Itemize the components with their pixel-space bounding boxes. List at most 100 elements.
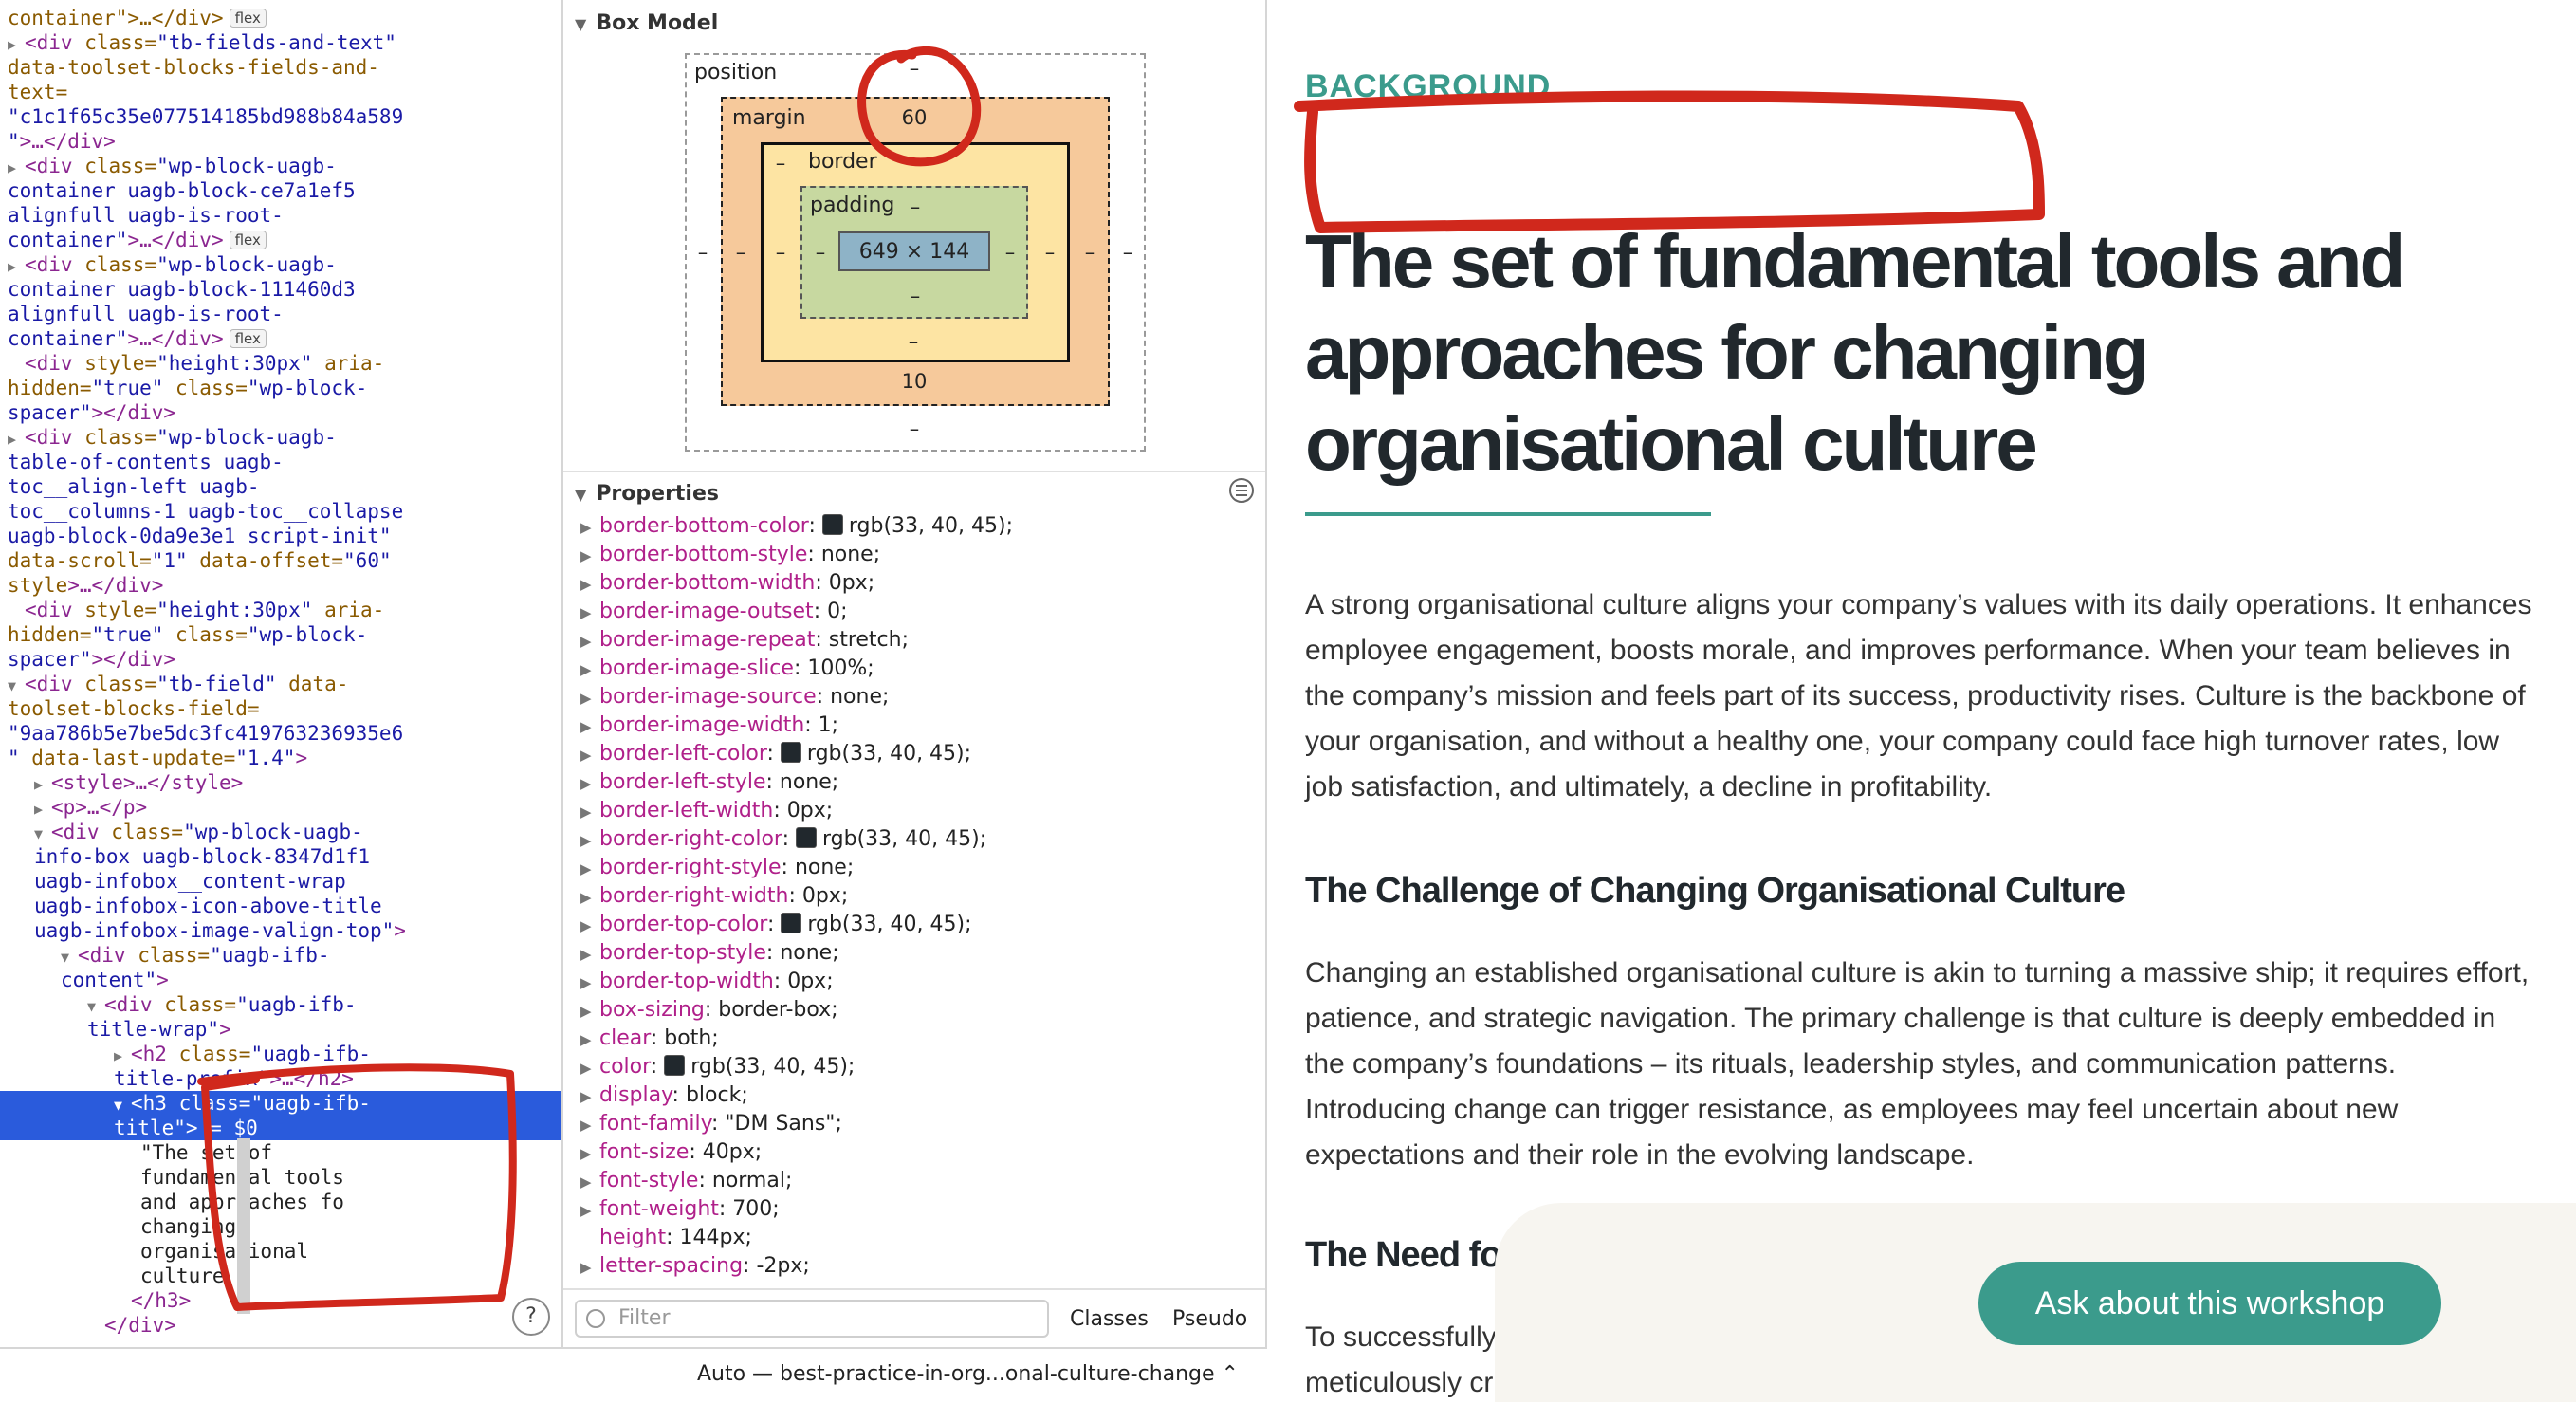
property-row[interactable]: ▶ color: rgb(33, 40, 45); [580,1053,1263,1081]
dom-node-line[interactable]: fundamental tools [0,1165,561,1190]
dom-node-line[interactable]: changing [0,1214,561,1239]
property-row[interactable]: ▶ border-top-color: rgb(33, 40, 45); [580,911,1263,939]
disclosure-right-icon[interactable]: ▶ [580,912,599,940]
property-row[interactable]: ▶ border-left-width: 0px; [580,797,1263,825]
help-button[interactable]: ? [512,1298,550,1336]
property-row[interactable]: ▶ border-bottom-width: 0px; [580,569,1263,598]
disclosure-right-icon[interactable]: ▶ [580,769,599,798]
disclosure-right-icon[interactable]: ▶ [580,798,599,826]
margin-right-value[interactable]: – [1076,241,1104,264]
disclosure-right-icon[interactable]: ▶ [580,1082,599,1111]
disclosure-right-icon[interactable]: ▶ [580,883,599,912]
dom-node-line[interactable]: uagb-block-0da9e3e1 script-init" [0,524,561,548]
margin-left-value[interactable]: – [727,241,755,264]
dom-node-line[interactable]: alignfull uagb-is-root- [0,302,561,326]
ask-about-workshop-button[interactable]: Ask about this workshop [1978,1262,2441,1345]
property-row[interactable]: ▶ border-left-color: rgb(33, 40, 45); [580,740,1263,768]
disclosure-right-icon[interactable]: ▶ [580,712,599,741]
dom-node-line[interactable]: ▼ <div class="uagb-ifb- [0,943,561,970]
dom-node-line[interactable]: </h3> [0,1288,561,1313]
dom-node-line[interactable]: text= [0,80,561,104]
property-row[interactable]: ▶ letter-spacing: -2px; [580,1252,1263,1281]
color-swatch[interactable] [781,913,802,933]
property-row[interactable]: ▶ clear: both; [580,1025,1263,1053]
dom-node-line[interactable]: alignfull uagb-is-root- [0,203,561,228]
disclosure-right-icon[interactable]: ▶ [580,1054,599,1082]
padding-bottom-value[interactable]: – [901,285,929,307]
disclosure-right-icon[interactable]: ▶ [8,427,25,452]
border-right-value[interactable]: – [1036,241,1064,264]
disclosure-right-icon[interactable]: ▶ [580,855,599,883]
disclosure-right-icon[interactable]: ▶ [580,940,599,969]
dom-node-line[interactable]: data-toolset-blocks-fields-and- [0,55,561,80]
disclosure-right-icon[interactable]: ▶ [580,1025,599,1054]
dom-node-line[interactable]: title-wrap"> [0,1017,561,1042]
dom-node-line[interactable]: and approaches fo [0,1190,561,1214]
dom-tree-pane[interactable]: container">…</div> flex ▶ <div class="tb-fi… [0,0,563,1347]
property-row[interactable]: ▶ border-image-source: none; [580,683,1263,711]
disclosure-right-icon[interactable]: ▶ [580,1111,599,1139]
flex-badge[interactable]: flex [229,9,267,28]
property-row[interactable]: ▶ display: block; [580,1081,1263,1110]
styles-sidebar[interactable]: ▼ Box Model position – – – – margin 60 10… [563,0,1267,1347]
padding-right-value[interactable]: – [996,241,1024,264]
dom-node-line[interactable]: toc__columns-1 uagb-toc__collapse [0,499,561,524]
dom-node-line[interactable]: title-prefix">…</h2> [0,1066,561,1091]
dom-node-line[interactable]: culture " [0,1264,561,1288]
disclosure-right-icon[interactable]: ▶ [580,542,599,570]
disclosure-right-icon[interactable]: ▶ [580,599,599,627]
dom-node-line[interactable]: toolset-blocks-field= [0,696,561,721]
dom-node-line[interactable]: </div> [0,1313,561,1338]
property-row[interactable]: ▶ border-image-width: 1; [580,711,1263,740]
disclosure-right-icon[interactable]: ▶ [580,684,599,712]
padding-left-value[interactable]: – [806,241,835,264]
disclosure-right-icon[interactable]: ▶ [34,797,51,822]
disclosure-down-icon[interactable]: ▼ [8,674,25,698]
box-model-content-size[interactable]: 649 × 144 [838,231,990,271]
property-row[interactable]: ▶ border-bottom-style: none; [580,541,1263,569]
position-right-value[interactable]: – [1113,241,1142,264]
disclosure-right-icon[interactable]: ▶ [580,570,599,599]
property-row[interactable]: ▶ border-bottom-color: rgb(33, 40, 45); [580,512,1263,541]
dom-node-line[interactable]: spacer"></div> [0,400,561,425]
dom-node-line[interactable]: ">…</div> [0,129,561,154]
disclosure-right-icon[interactable]: ▶ [580,1196,599,1225]
disclosure-down-icon[interactable]: ▼ [61,945,78,970]
dom-node-line[interactable]: data-scroll="1" data-offset="60" [0,548,561,573]
dom-node-line[interactable]: <div style="height:30px" aria- [0,598,561,622]
dom-node-line[interactable]: ▶ <div class="tb-fields-and-text" [0,30,561,57]
padding-top-value[interactable]: – [901,195,929,218]
dom-node-line[interactable]: uagb-infobox-image-valign-top"> [0,918,561,943]
flex-badge[interactable]: flex [229,231,267,249]
dom-node-line[interactable]: content"> [0,968,561,992]
dom-node-line[interactable]: organisational [0,1239,561,1264]
disclosure-right-icon[interactable]: ▶ [580,1253,599,1282]
disclosure-right-icon[interactable]: ▶ [8,156,25,180]
dom-node-line[interactable]: ▶ <div class="wp-block-uagb- [0,425,561,452]
dom-node-line[interactable]: container">…</div> flex [0,326,561,351]
filter-input[interactable]: Filter [575,1300,1049,1338]
disclosure-right-icon[interactable]: ▶ [580,969,599,997]
disclosure-right-icon[interactable]: ▶ [580,627,599,656]
web-page-preview[interactable]: BACKGROUND The set of fundamental tools … [1267,0,2576,1402]
dom-node-line[interactable]: "c1c1f65c35e077514185bd988b84a589 [0,104,561,129]
property-row[interactable]: ▶ border-left-style: none; [580,768,1263,797]
position-top-value[interactable]: – [895,57,933,80]
dom-node-line[interactable]: ▶ <p>…</p> [0,795,561,822]
disclosure-right-icon[interactable]: ▶ [8,32,25,57]
dom-node-line[interactable]: info-box uagb-block-8347d1f1 [0,844,561,869]
pseudo-button[interactable]: Pseudo [1172,1307,1247,1331]
dom-node-line[interactable]: style>…</div> [0,573,561,598]
dom-node-line[interactable]: uagb-infobox-icon-above-title [0,894,561,918]
dom-node-line[interactable]: hidden="true" class="wp-block- [0,376,561,400]
dom-node-line[interactable]: " data-last-update="1.4"> [0,746,561,770]
border-bottom-value[interactable]: – [899,330,928,353]
property-row[interactable]: ▶ font-family: "DM Sans"; [580,1110,1263,1138]
property-row[interactable]: ▶ border-image-slice: 100%; [580,655,1263,683]
disclosure-right-icon[interactable]: ▶ [580,656,599,684]
margin-bottom-value[interactable]: 10 [886,370,943,393]
disclosure-right-icon[interactable]: ▶ [580,741,599,769]
disclosure-down-icon[interactable]: ▼ [34,822,51,846]
property-row[interactable]: ▶ border-top-style: none; [580,939,1263,968]
property-row[interactable]: ▶ border-image-outset: 0; [580,598,1263,626]
